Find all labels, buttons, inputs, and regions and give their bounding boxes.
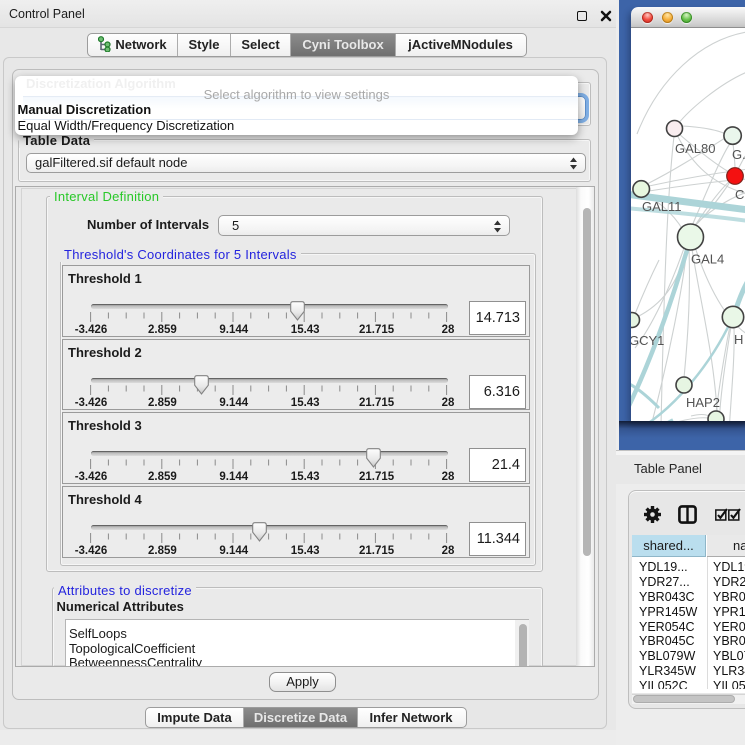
svg-text:GAL4: GAL4 — [691, 252, 724, 267]
svg-text:GAL80: GAL80 — [675, 141, 715, 156]
svg-text:HAP2: HAP2 — [686, 395, 720, 410]
svg-text:C.: C. — [735, 187, 745, 202]
svg-text:H: H — [734, 332, 743, 347]
svg-text:G.: G. — [732, 147, 745, 162]
svg-text:GAL11: GAL11 — [642, 199, 682, 214]
svg-text:GCY1: GCY1 — [631, 333, 664, 348]
